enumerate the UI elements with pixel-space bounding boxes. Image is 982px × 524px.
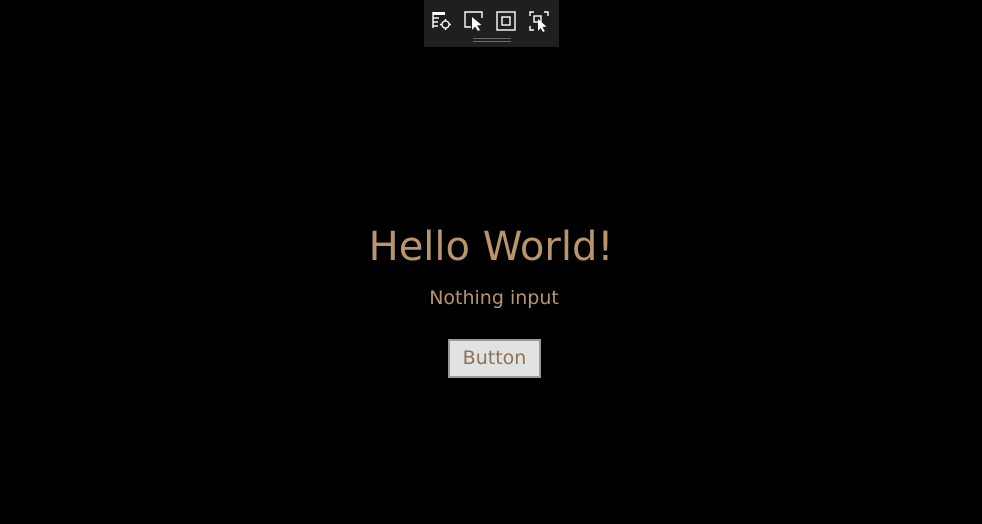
main-button[interactable]: Button xyxy=(448,339,541,378)
app-content: Hello World! Nothing input Button xyxy=(0,0,982,524)
page-title: Hello World! xyxy=(368,224,614,270)
status-text: Nothing input xyxy=(429,287,559,309)
